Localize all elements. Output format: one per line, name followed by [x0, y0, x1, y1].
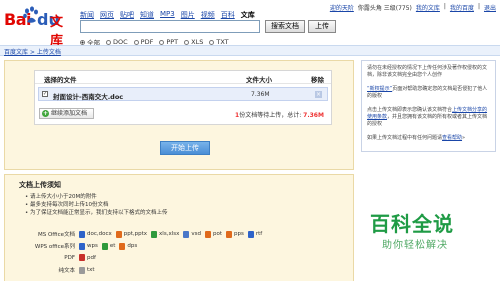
rule-item: 请上传大小小于20M的附件 — [25, 193, 168, 201]
upload-summary: 1份文档等待上传，总计: 7.36M — [235, 112, 324, 119]
col-remove: 移除 — [311, 76, 324, 84]
tip-rights: “新权提示”页面对帮助您确定您的文档是否侵犯了他人的版权 — [367, 86, 488, 99]
radio-icon — [133, 39, 139, 45]
baidu-wenku-logo[interactable]: Bai du 文库 — [4, 4, 70, 49]
upload-requirements: 文档上传须知 请上传大小小于20M的附件 最多支持每次同时上传10份文档 为了保… — [4, 174, 354, 281]
breadcrumb-text[interactable]: 百度文库 > 上传文档 — [4, 47, 61, 56]
username-link[interactable]: 迎的天阶 — [330, 3, 354, 12]
nav-mp3[interactable]: MP3 — [160, 10, 175, 20]
col-file: 选择的文件 — [44, 76, 77, 84]
help-link[interactable]: 查看帮助 — [442, 135, 462, 141]
nav-zhidao[interactable]: 知道 — [140, 10, 154, 20]
watermark-subtitle: 助你轻松解决 — [382, 240, 448, 251]
radio-selected-icon — [80, 39, 85, 45]
add-more-label: 继续添加文档 — [51, 110, 88, 117]
copyright-tips: 请勿在未经授权的情况下上传任何涉及著作权侵权的文档，除非该文档完全由您个人创作 … — [361, 60, 496, 152]
doc-icon — [79, 230, 85, 238]
remove-icon[interactable]: × — [315, 91, 322, 98]
breadcrumb: 百度文库 > 上传文档 — [0, 45, 500, 56]
radio-icon — [209, 39, 215, 45]
rule-item: 最多支持每次同时上传10份文档 — [25, 201, 168, 209]
requirements-rules: 请上传大小小于20M的附件 最多支持每次同时上传10份文档 为了保证文档能正常显… — [25, 193, 168, 217]
add-icon: + — [42, 110, 49, 117]
dps-icon — [119, 242, 126, 250]
start-upload-button[interactable]: 开始上传 — [160, 141, 210, 155]
radio-icon — [184, 39, 190, 45]
user-bar: 迎的天阶 你露头角 三级(775) 我的文库 | 我的百度 | 退出 — [329, 3, 496, 12]
rights-link[interactable]: “新权提示” — [367, 86, 392, 92]
vsd-icon — [183, 230, 190, 238]
checkbox-icon[interactable]: ✓ — [42, 91, 48, 97]
radio-icon — [106, 39, 111, 45]
watermark: 百科全说 助你轻松解决 — [368, 208, 488, 258]
logo-wenku: 文库 — [50, 15, 64, 49]
user-level: 你露头角 三级(775) — [357, 5, 412, 12]
file-table: 选择的文件 文件大小 移除 ✓ 封面设计-西南交大.doc 7.36M × + … — [34, 70, 332, 125]
et-icon — [101, 242, 108, 250]
nav-web[interactable]: 网页 — [100, 10, 114, 20]
ppt-icon — [115, 230, 122, 238]
nav-baike[interactable]: 百科 — [221, 10, 235, 20]
xls-icon — [151, 230, 158, 238]
radio-icon — [159, 39, 165, 45]
format-row-wps: WPS office系列 wps et dps — [34, 242, 138, 250]
nav-video[interactable]: 视频 — [201, 10, 215, 20]
tip-copyright: 请勿在未经授权的情况下上传任何涉及著作权侵权的文档，除非该文档完全由您个人创作 — [367, 65, 488, 78]
upload-panel: 选择的文件 文件大小 移除 ✓ 封面设计-西南交大.doc 7.36M × + … — [4, 60, 354, 170]
format-row-pdf: PDF pdf — [64, 254, 96, 261]
tip-terms: 点击上传文档即表示您确认该文档符合上传文档分享的使用条款，并且您拥有该文档的所有… — [367, 107, 488, 127]
wps-icon — [79, 242, 85, 250]
pot-icon — [204, 230, 211, 238]
table-row: ✓ 封面设计-西南交大.doc 7.36M × — [38, 87, 328, 101]
pdf-icon — [79, 254, 85, 261]
logout-link[interactable]: 退出 — [484, 3, 496, 12]
my-baidu-link[interactable]: 我的百度 — [450, 3, 474, 12]
top-nav: 新闻 网页 贴吧 知道 MP3 图片 视频 百科 文库 — [80, 10, 255, 20]
nav-tieba[interactable]: 贴吧 — [120, 10, 134, 20]
pps-icon — [226, 230, 232, 238]
nav-images[interactable]: 图片 — [181, 10, 195, 20]
format-row-ms-office: MS Office文档 doc,docx ppt,pptx xls,xlsx v… — [37, 230, 263, 238]
upload-button[interactable]: 上传 — [308, 20, 336, 33]
watermark-title: 百科全说 — [370, 212, 454, 236]
search-button[interactable]: 搜索文档 — [265, 20, 305, 33]
file-size: 7.36M — [251, 91, 270, 98]
my-wenku-link[interactable]: 我的文库 — [416, 3, 440, 12]
search-input[interactable] — [80, 20, 260, 33]
table-header: 选择的文件 文件大小 移除 — [35, 71, 331, 84]
nav-news[interactable]: 新闻 — [80, 10, 94, 20]
file-name: 封面设计-西南交大.doc — [53, 93, 124, 101]
format-row-txt: 纯文本 txt — [58, 266, 95, 274]
nav-wenku[interactable]: 文库 — [241, 10, 255, 20]
requirements-title: 文档上传须知 — [19, 181, 61, 189]
rule-item: 为了保证文档能正常显示，我们支持以下格式的文档上传 — [25, 209, 168, 217]
add-more-button[interactable]: + 继续添加文档 — [39, 108, 94, 119]
rtf-icon — [247, 230, 254, 238]
col-size: 文件大小 — [246, 76, 272, 84]
txt-icon — [79, 266, 85, 274]
tip-help: 如果上传文档过程中有任何问题请查看帮助» — [367, 135, 466, 141]
